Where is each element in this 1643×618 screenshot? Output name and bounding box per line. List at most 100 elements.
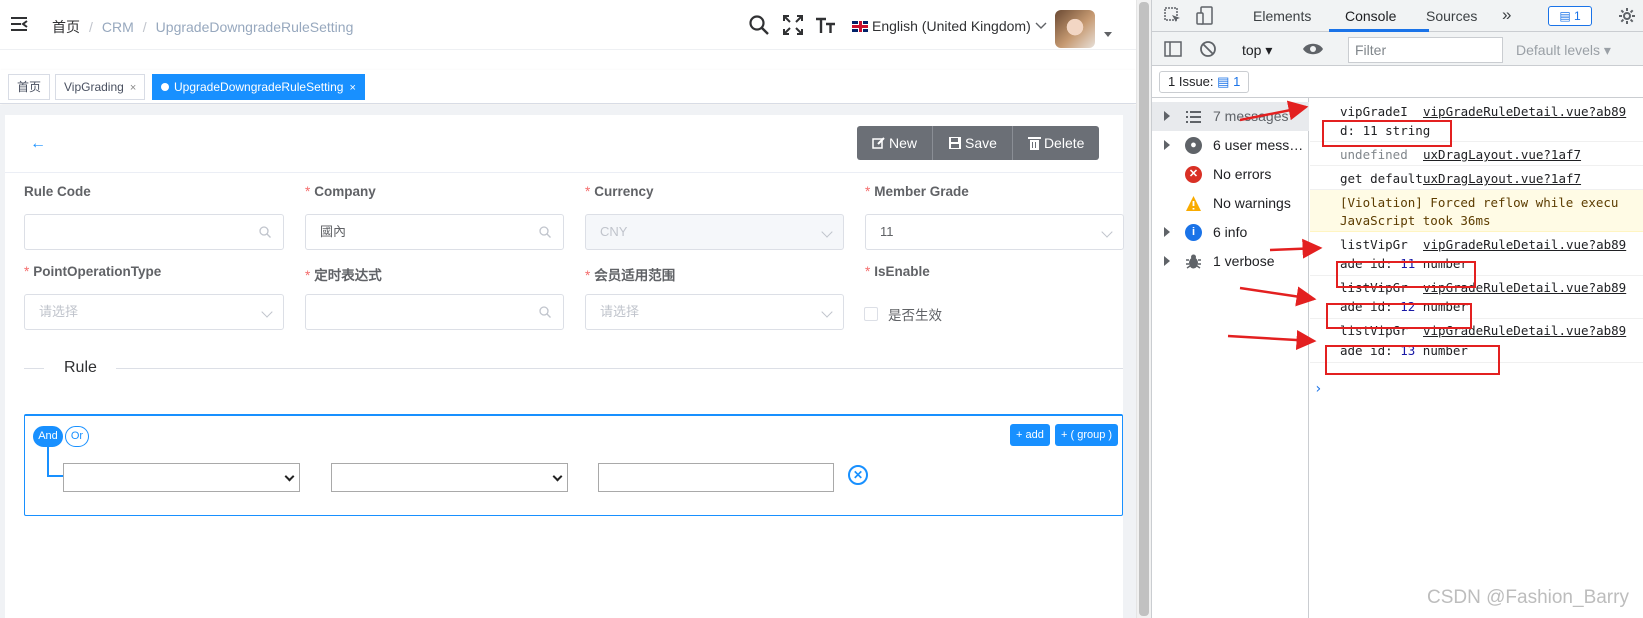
cron-expression-input[interactable]	[305, 294, 564, 330]
company-input[interactable]: 國內	[305, 214, 564, 250]
sidebar-item-info[interactable]: i6 info	[1152, 218, 1309, 247]
issues-badge[interactable]: ▤ 1	[1548, 6, 1592, 26]
currency-label: * Currency	[585, 184, 654, 199]
close-icon[interactable]: ×	[349, 82, 355, 94]
breadcrumb-item-home[interactable]: 首页	[52, 19, 80, 35]
sidebar-item-user-messages[interactable]: ● 6 user mess…	[1152, 131, 1309, 160]
sidebar-item-warnings[interactable]: No warnings	[1152, 189, 1309, 218]
console-prompt[interactable]: ›	[1314, 381, 1322, 397]
annotation-box	[1325, 345, 1500, 375]
error-icon: ✕	[1185, 166, 1202, 183]
tab-elements[interactable]: Elements	[1253, 8, 1311, 24]
watermark: CSDN @Fashion_Barry	[1427, 587, 1629, 608]
log-source-link[interactable]: uxDragLayout.vue?1af7	[1423, 147, 1581, 162]
sidebar-item-verbose[interactable]: 1 verbose	[1152, 247, 1309, 276]
member-scope-select[interactable]: 请选择	[585, 294, 844, 330]
devtools-tabbar: Elements Console Sources » ▤ 1	[1152, 0, 1643, 32]
caret-right-icon	[1164, 140, 1170, 150]
currency-select: CNY	[585, 214, 844, 250]
or-toggle[interactable]: Or	[65, 426, 89, 447]
rule-value-input[interactable]	[598, 463, 834, 492]
log-levels-select[interactable]: Default levels ▾	[1516, 42, 1611, 59]
remove-rule-icon[interactable]: ✕	[848, 465, 868, 485]
rule-code-input[interactable]	[24, 214, 284, 250]
log-entry: get default uxDragLayout.vue?1af7	[1310, 166, 1643, 190]
add-rule-button[interactable]: + add	[1010, 424, 1050, 446]
action-button-group: New Save Delete	[857, 126, 1100, 160]
close-icon[interactable]: ×	[130, 82, 136, 94]
chevron-down-icon	[261, 306, 273, 318]
scrollbar-thumb[interactable]	[1139, 2, 1149, 616]
member-scope-label: * 会员适用范围	[585, 268, 676, 283]
point-operation-type-label: * PointOperationType	[24, 264, 162, 279]
rule-section-title: Rule	[64, 359, 97, 376]
eye-icon[interactable]	[1302, 42, 1324, 56]
settings-gear-icon[interactable]	[1618, 7, 1636, 25]
chevron-down-icon	[552, 471, 563, 482]
save-icon	[949, 137, 962, 149]
is-enable-checkbox-label[interactable]: 是否生效	[888, 304, 942, 324]
log-source-link[interactable]: vipGradeRuleDetail.vue?ab89	[1423, 237, 1626, 252]
search-icon[interactable]	[539, 306, 551, 318]
context-select[interactable]: top ▾	[1242, 42, 1272, 59]
chevron-down-icon	[284, 471, 295, 482]
header-divider	[5, 172, 1123, 173]
log-source-link[interactable]: uxDragLayout.vue?1af7	[1423, 171, 1581, 186]
search-icon[interactable]	[259, 226, 271, 238]
console-filter-input[interactable]: Filter	[1348, 37, 1503, 63]
tab-sources[interactable]: Sources	[1426, 8, 1477, 24]
rule-code-label: Rule Code	[24, 184, 91, 199]
member-grade-select[interactable]: 11	[865, 214, 1124, 250]
issues-bar: 1 Issue: ▤ 1	[1152, 66, 1643, 98]
top-navbar: 首页 / CRM / UpgradeDowngradeRuleSetting Engli…	[0, 0, 1136, 50]
search-icon[interactable]	[539, 226, 551, 238]
chevron-down-icon	[1035, 22, 1047, 29]
point-operation-type-select[interactable]: 请选择	[24, 294, 284, 330]
device-toolbar-icon[interactable]	[1196, 6, 1214, 26]
page-scrollbar[interactable]	[1136, 0, 1151, 618]
add-group-button[interactable]: + ( group )	[1055, 424, 1119, 446]
font-size-icon[interactable]	[815, 14, 837, 36]
new-button[interactable]: New	[857, 126, 934, 160]
fullscreen-icon[interactable]	[782, 14, 804, 36]
breadcrumb-item-crm[interactable]: CRM	[102, 19, 134, 35]
sidebar-item-messages[interactable]: 7 messages	[1152, 102, 1309, 131]
delete-button[interactable]: Delete	[1012, 126, 1100, 160]
caret-down-icon[interactable]	[1104, 32, 1112, 37]
warning-icon	[1186, 196, 1201, 211]
annotation-box	[1336, 261, 1476, 288]
chevron-down-icon	[821, 306, 833, 318]
search-icon[interactable]	[748, 14, 770, 36]
issues-button[interactable]: 1 Issue: ▤ 1	[1159, 71, 1250, 93]
list-icon	[1186, 111, 1201, 123]
language-label: English (United Kingdom)	[872, 18, 1031, 34]
tag-home[interactable]: 首页	[8, 74, 51, 100]
sidebar-toggle-icon[interactable]	[1164, 40, 1182, 58]
sidebar-item-errors[interactable]: ✕ No errors	[1152, 160, 1309, 189]
save-button[interactable]: Save	[933, 126, 1013, 160]
breadcrumb: 首页 / CRM / UpgradeDowngradeRuleSetting	[52, 19, 354, 35]
console-sidebar: 7 messages ● 6 user mess… ✕ No errors No w…	[1152, 98, 1309, 618]
rule-divider-left	[24, 368, 44, 369]
rule-field-select[interactable]	[63, 463, 300, 492]
clear-console-icon[interactable]	[1199, 40, 1217, 58]
tag-vipgrading[interactable]: VipGrading ×	[55, 74, 146, 100]
log-source-link[interactable]: vipGradeRuleDetail.vue?ab89	[1423, 104, 1626, 119]
tree-connector	[47, 447, 63, 477]
tag-upgrade-downgrade-rule-setting[interactable]: UpgradeDowngradeRuleSetting ×	[152, 74, 365, 100]
avatar[interactable]	[1055, 10, 1095, 48]
is-enable-checkbox[interactable]	[864, 307, 878, 321]
breadcrumb-item-current: UpgradeDowngradeRuleSetting	[155, 19, 354, 35]
back-arrow-icon[interactable]: ←	[30, 135, 46, 153]
hamburger-icon[interactable]	[10, 15, 28, 33]
and-toggle[interactable]: And	[33, 426, 63, 447]
tab-console[interactable]: Console	[1345, 8, 1396, 24]
rule-divider-right	[116, 368, 1123, 369]
more-tabs-icon[interactable]: »	[1502, 5, 1511, 25]
language-select[interactable]: English (United Kingdom)	[852, 18, 1047, 34]
rule-operator-select[interactable]	[331, 463, 568, 492]
is-enable-label: * IsEnable	[865, 264, 930, 279]
edit-icon	[872, 137, 885, 149]
inspect-element-icon[interactable]	[1164, 7, 1182, 25]
tags-view: 首页 VipGrading × UpgradeDowngradeRuleSetti…	[0, 70, 1136, 104]
